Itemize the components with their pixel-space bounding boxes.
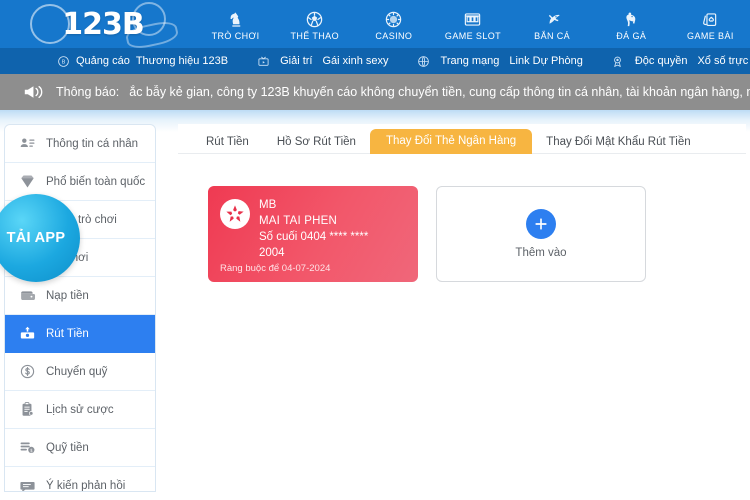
sidebar-item-label: Lịch sử cược	[46, 403, 114, 416]
sidebar-item-quy-tien[interactable]: $ Quỹ tiền	[5, 429, 155, 467]
add-bank-card-label: Thêm vào	[515, 247, 567, 259]
plus-icon	[526, 209, 556, 239]
announcement-bar: Thông báo: ắc bẫy kẻ gian, công ty 123B …	[0, 74, 750, 110]
sidebar-item-label: Rút Tiền	[46, 327, 89, 340]
main-navigation: TRÒ CHƠI THỂ THAO CASINO GAME SLOT BẮN C	[196, 0, 750, 48]
nav-item-label: CASINO	[375, 31, 413, 41]
tab-ho-so-rut-tien[interactable]: Hồ Sơ Rút Tiền	[263, 131, 370, 155]
sidebar-item-label: Nạp tiền	[46, 289, 89, 302]
sidebar-item-lich-su-cuoc[interactable]: Lịch sử cược	[5, 391, 155, 429]
subnav-group-trang-mang: Trang mạng Link Dự Phòng	[417, 54, 583, 68]
subnav-group-doc-quyen: Độc quyền Xổ số trực tiếp	[611, 54, 750, 68]
svg-text:$: $	[30, 448, 33, 454]
user-card-icon	[19, 135, 36, 152]
coins-icon: $	[19, 439, 36, 456]
nav-item-label: ĐÁ GÀ	[616, 31, 647, 41]
announcement-label: Thông báo:	[56, 85, 120, 99]
bank-card-list: MB MAI TAI PHEN Số cuối 0404 **** **** 2…	[178, 154, 746, 282]
slot-machine-icon	[463, 9, 483, 29]
chat-bubble-icon	[19, 478, 36, 491]
nav-item-label: GAME SLOT	[444, 31, 502, 41]
nav-item-casino[interactable]: CASINO	[354, 7, 433, 41]
tv-icon	[256, 54, 270, 68]
sidebar-item-y-kien-phan-hoi[interactable]: Ý kiến phản hồi	[5, 467, 155, 492]
subnav-link-link-du-phong[interactable]: Link Dự Phòng	[509, 55, 582, 67]
card-binding-date: Ràng buộc để 04-07-2024	[220, 263, 331, 274]
casino-chip-icon	[384, 9, 404, 29]
diamond-icon	[19, 173, 36, 190]
megaphone-icon	[22, 82, 46, 102]
nav-item-label: GAME BÀI	[687, 31, 734, 41]
clipboard-icon	[19, 401, 36, 418]
nav-item-the-thao[interactable]: THỂ THAO	[275, 7, 354, 41]
nav-item-tro-choi[interactable]: TRÒ CHƠI	[196, 7, 275, 41]
nav-item-label: THỂ THAO	[290, 31, 339, 41]
subnav-link-doc-quyen[interactable]: Độc quyền	[635, 55, 688, 67]
download-app-label: TẢI APP	[6, 230, 66, 246]
subnav-link-thuong-hieu[interactable]: Thương hiệu 123B	[136, 55, 228, 67]
subnav-link-trang-mang[interactable]: Trang mạng	[441, 55, 500, 67]
content-tabs: Rút Tiền Hồ Sơ Rút Tiền Thay Đổi Thẻ Ngâ…	[178, 124, 746, 154]
chess-knight-icon	[226, 9, 246, 29]
nav-item-label: BẮN CÁ	[534, 31, 571, 41]
withdraw-icon	[19, 325, 36, 342]
soccer-ball-icon	[305, 9, 325, 29]
site-logo[interactable]: 123B	[8, 0, 198, 48]
nav-item-da-ga[interactable]: ĐÁ GÀ	[592, 7, 671, 41]
bank-card[interactable]: MB MAI TAI PHEN Số cuối 0404 **** **** 2…	[208, 186, 418, 282]
tab-thay-doi-the-ngan-hang[interactable]: Thay Đổi Thẻ Ngân Hàng	[369, 128, 533, 154]
wallet-icon	[19, 287, 36, 304]
rooster-icon	[621, 9, 641, 29]
main-content: Rút Tiền Hồ Sơ Rút Tiền Thay Đổi Thẻ Ngâ…	[178, 124, 746, 490]
sidebar-item-label: Thông tin cá nhân	[46, 137, 139, 150]
bank-name: MB	[259, 199, 277, 211]
sidebar-item-label: Ý kiến phản hồi	[46, 480, 126, 492]
tab-rut-tien[interactable]: Rút Tiền	[192, 131, 263, 155]
medal-icon	[611, 54, 625, 68]
dollar-circle-icon	[19, 363, 36, 380]
announcement-text: ắc bẫy kẻ gian, công ty 123B khuyến cáo …	[129, 85, 750, 99]
svg-text:B: B	[61, 59, 65, 65]
sidebar-item-label: Chuyển quỹ	[46, 365, 108, 378]
subnav-link-xo-so-truc-tiep[interactable]: Xổ số trực tiếp	[697, 55, 750, 67]
sidebar-item-rut-tien[interactable]: Rút Tiền	[5, 315, 155, 353]
sidebar-item-nap-tien[interactable]: Nạp tiền	[5, 277, 155, 315]
secondary-navigation: B Quảng cáo Thương hiệu 123B Giải trí Gá…	[0, 48, 750, 74]
site-header: 123B TRÒ CHƠI THỂ THAO CASINO GAME SLOT …	[0, 0, 750, 48]
nav-item-game-slot[interactable]: GAME SLOT	[433, 7, 512, 41]
nav-item-ban-ca[interactable]: BẮN CÁ	[513, 7, 592, 41]
subnav-link-giai-tri[interactable]: Giải trí	[280, 55, 312, 67]
globe-icon	[417, 54, 431, 68]
fish-icon	[542, 9, 562, 29]
add-bank-card-button[interactable]: Thêm vào	[436, 186, 646, 282]
logo-text: 123B	[62, 6, 144, 42]
playing-cards-icon	[700, 9, 720, 29]
subnav-link-quang-cao[interactable]: Quảng cáo	[76, 55, 130, 67]
nav-item-game-bai[interactable]: GAME BÀI	[671, 7, 750, 41]
sidebar-item-label: Quỹ tiền	[46, 441, 89, 454]
card-number-line-2: 2004	[259, 247, 285, 259]
card-number-line-1: Số cuối 0404 **** ****	[259, 231, 369, 243]
subnav-group-quang-cao: B Quảng cáo Thương hiệu 123B	[56, 54, 228, 68]
subnav-group-giai-tri: Giải trí Gái xinh sexy	[256, 54, 389, 68]
nav-item-label: TRÒ CHƠI	[211, 31, 260, 41]
page-body: Thông tin cá nhân Phổ biến toàn quốc Mô …	[0, 110, 750, 492]
mb-bank-logo-icon	[220, 199, 250, 229]
subnav-link-gai-xinh-sexy[interactable]: Gái xinh sexy	[322, 55, 388, 67]
card-owner-name: MAI TAI PHEN	[259, 215, 338, 227]
sidebar-item-thong-tin-ca-nhan[interactable]: Thông tin cá nhân	[5, 125, 155, 163]
account-sidebar: Thông tin cá nhân Phổ biến toàn quốc Mô …	[4, 124, 156, 492]
circle-123b-icon: B	[56, 54, 70, 68]
sidebar-item-label: Phổ biến toàn quốc	[46, 175, 146, 188]
sidebar-item-chuyen-quy[interactable]: Chuyển quỹ	[5, 353, 155, 391]
tab-thay-doi-mat-khau-rut-tien[interactable]: Thay Đổi Mật Khẩu Rút Tiền	[532, 131, 704, 155]
